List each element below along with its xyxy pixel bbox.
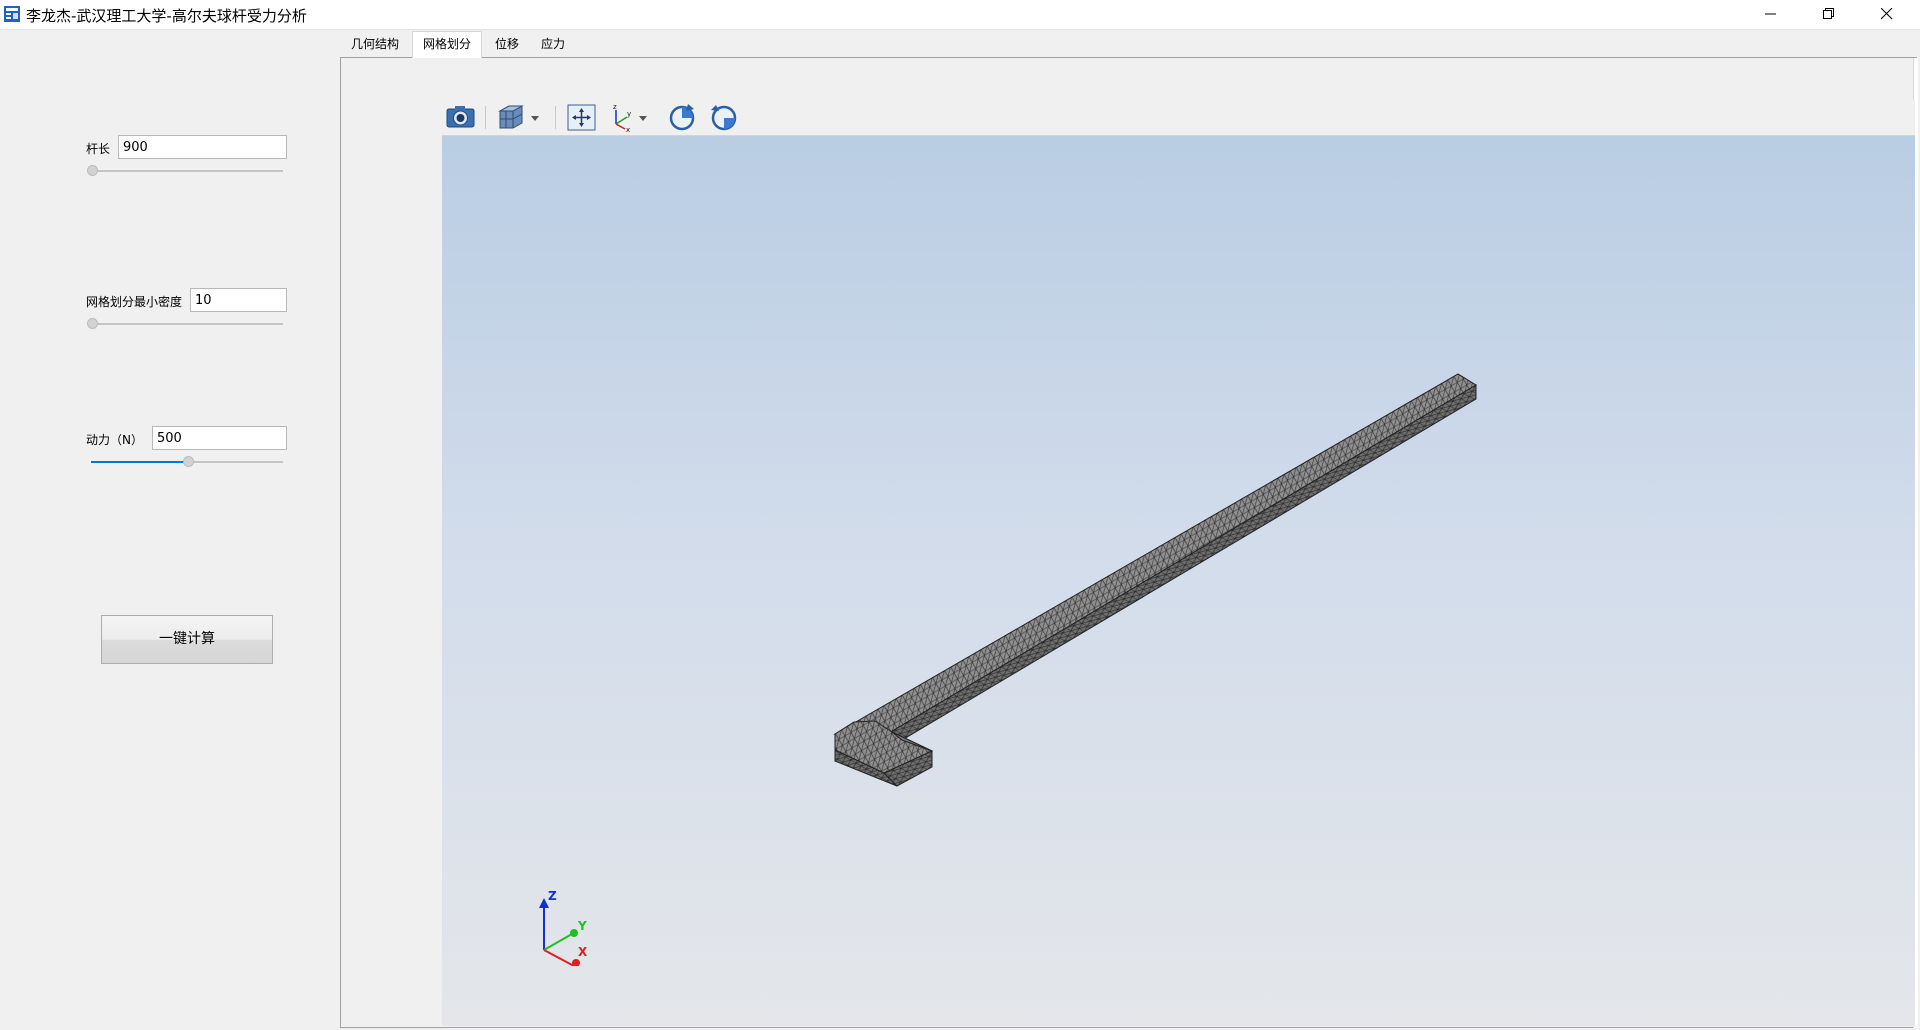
rod-length-input[interactable] (118, 135, 287, 159)
rod-top-face (833, 373, 1477, 735)
rod-length-label: 杆长 (86, 142, 111, 156)
tab-geometry[interactable]: 几何结构 (342, 32, 408, 57)
axis-x-label: X (578, 945, 588, 959)
close-icon (1881, 8, 1893, 20)
axis-y-label: Y (577, 919, 587, 933)
tab-mesh[interactable]: 网格划分 (412, 31, 482, 58)
force-input[interactable] (152, 426, 287, 450)
svg-text:y: y (627, 110, 631, 118)
close-button[interactable] (1858, 0, 1916, 29)
mesh-density-input[interactable] (190, 288, 287, 312)
mesh-model (833, 373, 1477, 787)
viewer-toolbar: z y x (442, 100, 1915, 136)
axes-triad: Z Y X (539, 889, 588, 966)
minimize-icon (1765, 13, 1776, 15)
title-bar: 李龙杰-武汉理工大学-高尔夫球杆受力分析 (0, 0, 1920, 30)
parameter-panel: 杆长 网格划分最小密度 动力（N） 一键计算 (0, 30, 340, 1030)
camera-icon[interactable] (444, 102, 478, 133)
app-window-icon (4, 6, 20, 22)
restore-button[interactable] (1800, 0, 1858, 29)
axis-z-label: Z (548, 889, 557, 903)
calculate-button[interactable]: 一键计算 (101, 615, 273, 664)
rod-side-face (887, 384, 1477, 741)
mesh-density-label: 网格划分最小密度 (86, 295, 183, 309)
force-label: 动力（N） (86, 433, 143, 447)
rod-length-slider-handle[interactable] (87, 165, 98, 176)
svg-text:x: x (626, 126, 630, 133)
fit-all-icon[interactable] (566, 102, 598, 133)
force-slider-handle[interactable] (183, 456, 194, 467)
mesh-density-slider[interactable] (87, 318, 283, 329)
axis-orientation-icon[interactable]: z y x (608, 102, 652, 133)
rod-length-slider[interactable] (87, 165, 283, 176)
force-slider-fill (91, 461, 187, 463)
rotate-counterclockwise-icon[interactable] (708, 102, 740, 133)
svg-text:z: z (613, 103, 617, 111)
view-cube-icon[interactable] (496, 102, 542, 133)
minimize-button[interactable] (1742, 0, 1800, 29)
tab-displacement[interactable]: 位移 (486, 32, 528, 57)
mesh-density-slider-handle[interactable] (87, 318, 98, 329)
tab-stress[interactable]: 应力 (532, 32, 574, 57)
rotate-clockwise-icon[interactable] (666, 102, 698, 133)
toolbar-separator (485, 106, 486, 129)
window-title: 李龙杰-武汉理工大学-高尔夫球杆受力分析 (26, 7, 307, 25)
mesh-viewport[interactable]: Z Y X (442, 136, 1915, 1026)
toolbar-separator (555, 106, 556, 129)
restore-icon (1823, 8, 1834, 19)
force-slider[interactable] (91, 456, 283, 467)
